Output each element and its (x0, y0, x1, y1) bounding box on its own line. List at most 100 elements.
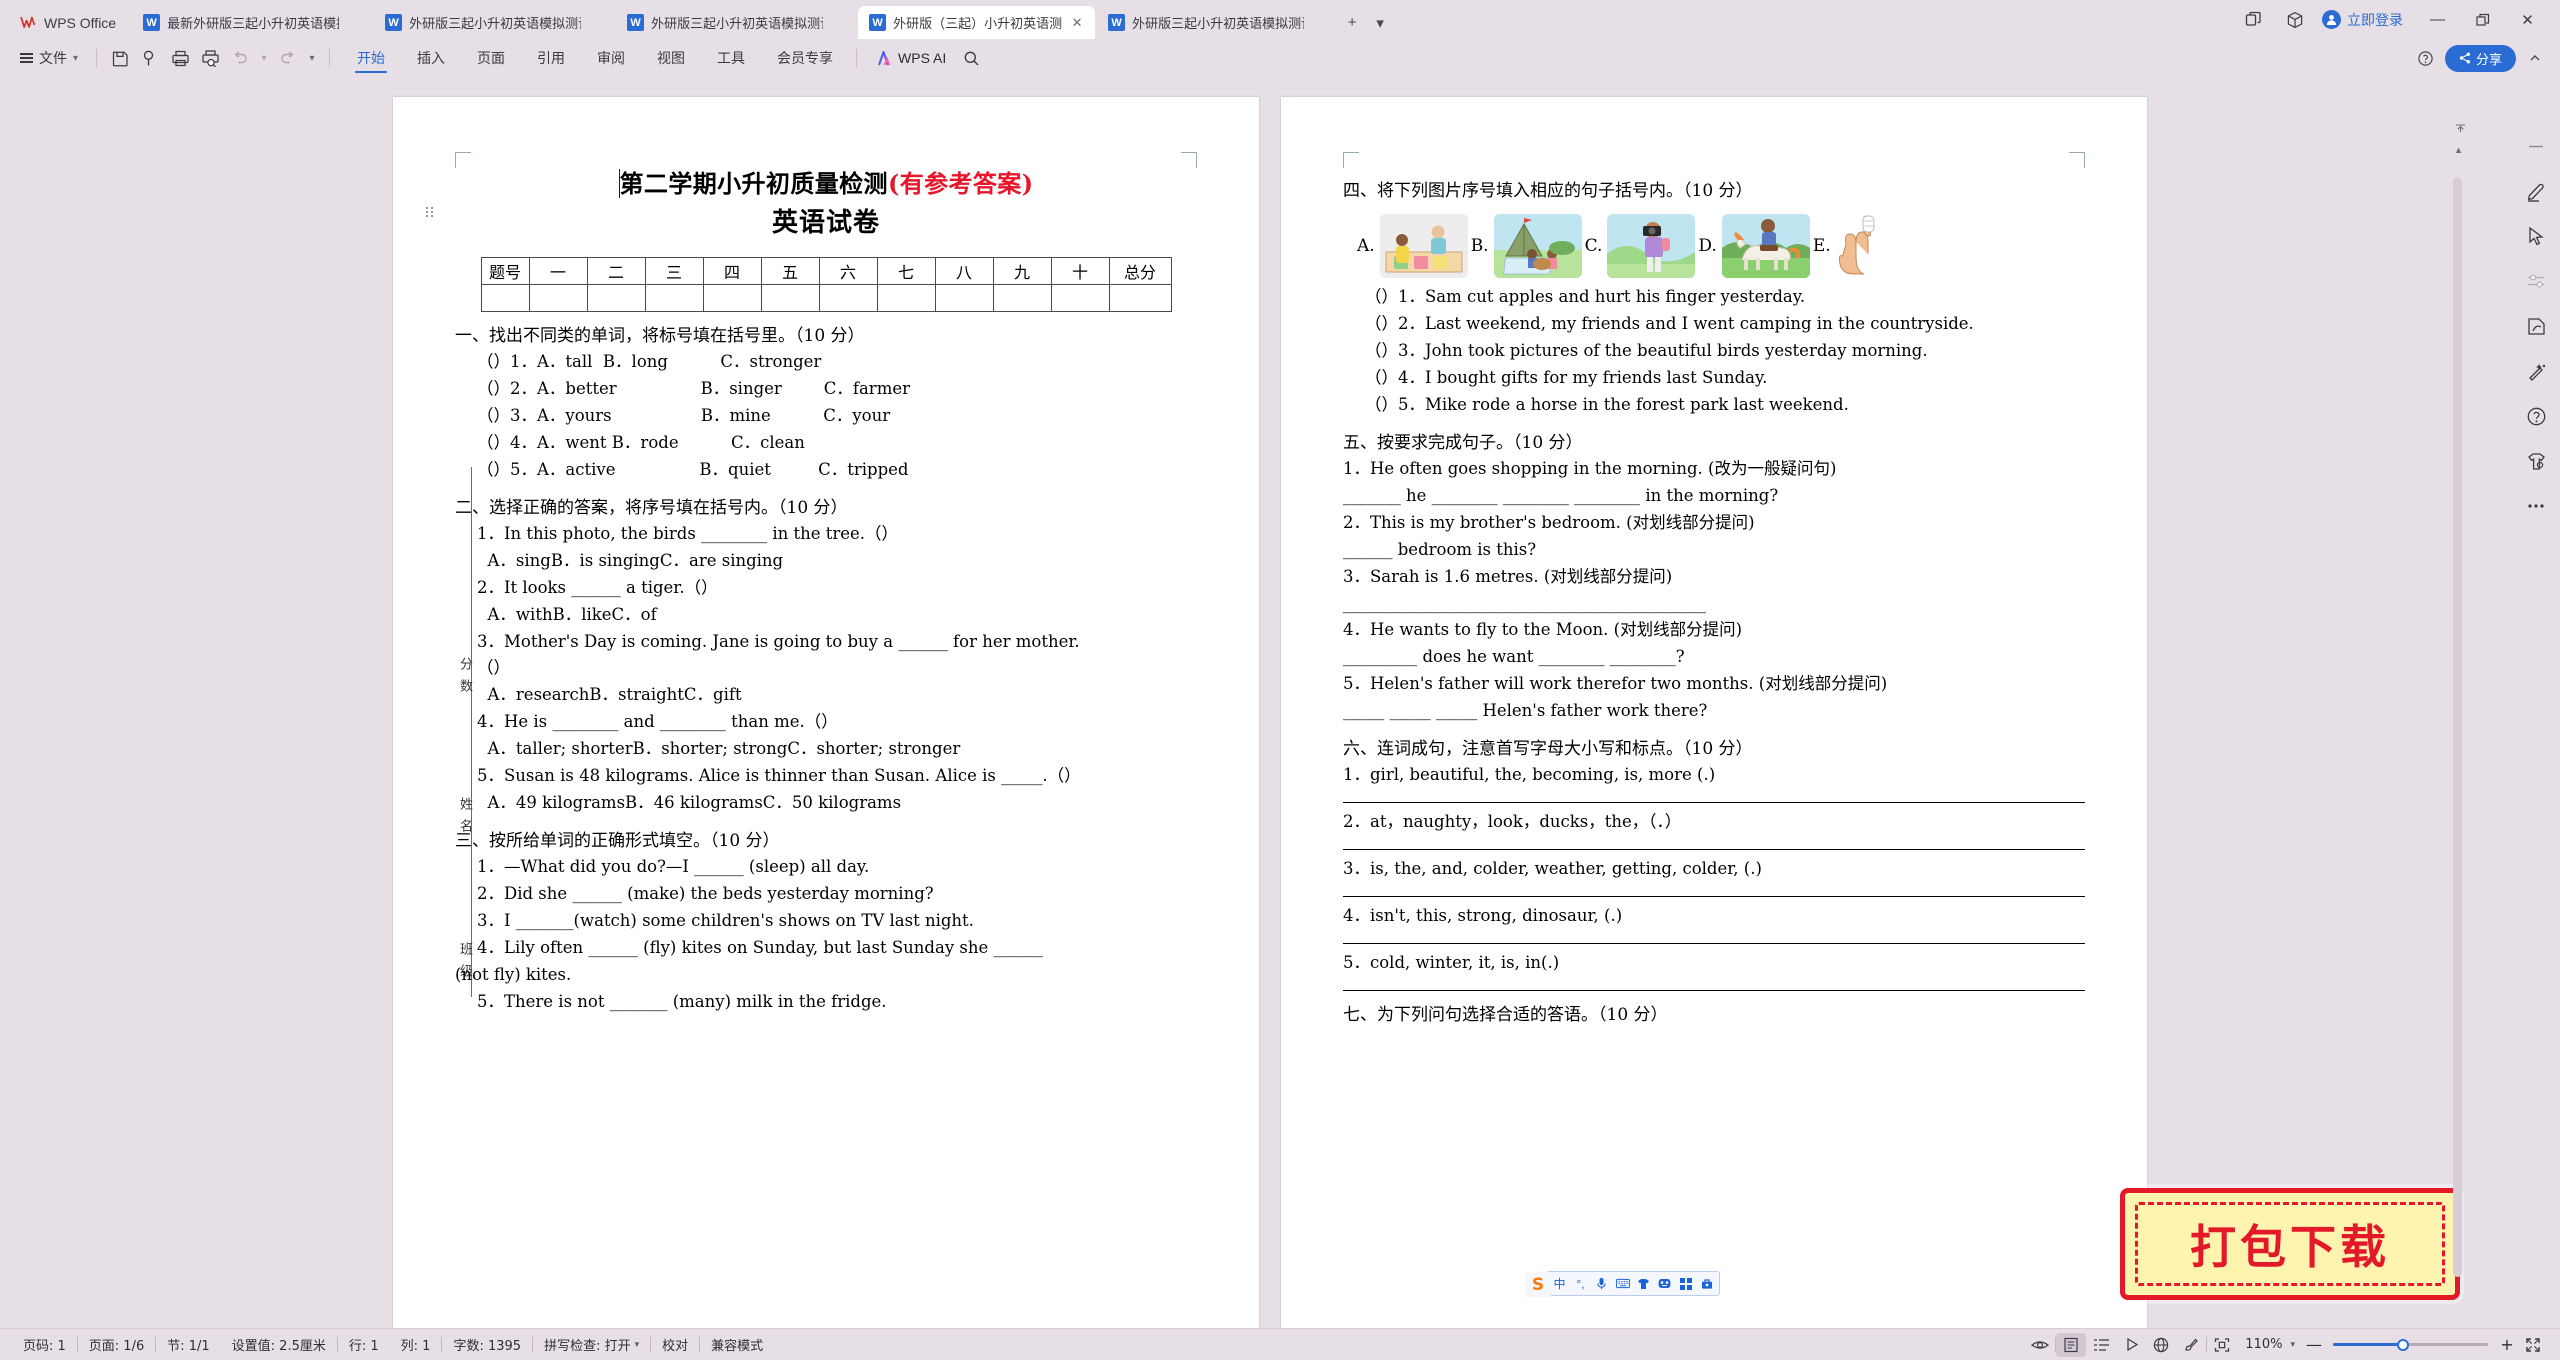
zoom-slider-knob[interactable] (2397, 1338, 2409, 1351)
share-button[interactable]: 分享 (2444, 44, 2516, 72)
status-section[interactable]: 节: 1/1 (156, 1335, 220, 1354)
chevron-down-icon: ▾ (634, 1339, 640, 1350)
word-doc-icon: W (385, 14, 403, 31)
status-margin-value[interactable]: 设置值: 2.5厘米 (221, 1335, 337, 1354)
ime-punctuation-toggle[interactable]: °, (1570, 1272, 1591, 1295)
status-page-number[interactable]: 页码: 1 (12, 1335, 77, 1354)
cube-icon[interactable] (2274, 4, 2316, 36)
pen-icon[interactable] (2523, 178, 2549, 204)
brush-icon[interactable] (2176, 1333, 2206, 1357)
keyboard-icon[interactable] (1612, 1272, 1633, 1295)
document-tab-1[interactable]: W 最新外研版三起小升初英语模拟测试卷 ✕ (132, 6, 372, 39)
tab-insert[interactable]: 插入 (402, 42, 460, 74)
zoom-slider[interactable] (2333, 1338, 2488, 1351)
eye-icon[interactable] (2025, 1333, 2055, 1357)
tab-page[interactable]: 页面 (462, 42, 520, 74)
doc-title-main: 第二学期小升初质量检测(有参考答案) (455, 167, 1197, 202)
login-button[interactable]: 立即登录 (2316, 4, 2415, 36)
zoom-slider-fill (2333, 1343, 2403, 1346)
mic-icon[interactable] (1591, 1272, 1612, 1295)
download-watermark-badge[interactable]: 打包下载 (2120, 1188, 2460, 1300)
new-tab-button[interactable]: + (1339, 6, 1365, 39)
search-doc-icon[interactable] (135, 44, 165, 72)
print-icon[interactable] (165, 44, 195, 72)
document-tab-3[interactable]: W 外研版三起小升初英语模拟测试卷（有 ✕ (616, 6, 856, 39)
tab-list-chevron-down-icon[interactable]: ▾ (1367, 6, 1393, 39)
restore-button[interactable] (2460, 3, 2505, 36)
tab-review[interactable]: 审阅 (582, 42, 640, 74)
doc-title-main-text: 第二学期小升初质量检测 (618, 169, 888, 198)
shirt-icon[interactable] (2523, 448, 2549, 474)
vertical-scrollbar[interactable] (2453, 177, 2462, 1277)
ime-toolbar[interactable]: S 中 °, (1525, 1271, 1720, 1297)
shape-icon[interactable] (2523, 313, 2549, 339)
hamburger-icon (20, 53, 33, 63)
document-tab-5[interactable]: W 外研版三起小升初英语模拟测试卷（有 ✕ (1097, 6, 1337, 39)
status-column[interactable]: 列: 1 (390, 1335, 442, 1354)
question-item: （）4．A．went B．rode C．clean (477, 432, 805, 452)
tab-home[interactable]: 开始 (342, 42, 400, 74)
picture-label-c: C. (1584, 236, 1603, 257)
zoom-out-button[interactable]: — (2303, 1335, 2325, 1354)
document-page-right[interactable]: 四、将下列图片序号填入相应的句子括号内。（10 分） A. B. C. D. E… (1281, 97, 2147, 1328)
scroll-to-top-icon[interactable] (2455, 122, 2466, 133)
close-icon[interactable]: ✕ (1069, 15, 1085, 31)
undo-chevron-down-icon[interactable]: ▾ (255, 44, 273, 72)
cursor-icon[interactable] (2523, 223, 2549, 249)
collapse-ribbon-chevron-up-icon[interactable] (2520, 44, 2550, 72)
tab-tools[interactable]: 工具 (702, 42, 760, 74)
score-header-6: 六 (818, 256, 878, 285)
skin-icon[interactable] (1633, 1272, 1654, 1295)
status-compat-mode[interactable]: 兼容模式 (700, 1335, 774, 1354)
toolbox-icon[interactable] (1696, 1272, 1717, 1295)
more-icon[interactable] (2523, 493, 2549, 519)
play-icon[interactable] (2116, 1333, 2146, 1357)
search-icon[interactable] (956, 44, 986, 72)
redo-icon[interactable] (273, 44, 303, 72)
question-item: （）2．A．better B．singer C．farmer (477, 379, 910, 399)
sliders-icon[interactable] (2523, 268, 2549, 294)
fullscreen-icon[interactable] (2518, 1333, 2548, 1357)
undo-icon[interactable] (225, 44, 255, 72)
sogou-ime-logo-icon[interactable]: S (1525, 1272, 1551, 1297)
answer-blank-line (1343, 802, 2085, 804)
focus-icon[interactable] (2207, 1333, 2237, 1357)
tab-view[interactable]: 视图 (642, 42, 700, 74)
magic-icon[interactable] (2523, 358, 2549, 384)
close-button[interactable]: ✕ (2505, 3, 2550, 36)
ime-language-toggle[interactable]: 中 (1549, 1272, 1570, 1295)
question-item: （）4．I bought gifts for my friends last S… (1365, 368, 1768, 388)
tab-reference[interactable]: 引用 (522, 42, 580, 74)
picture-label-a: A. (1357, 236, 1375, 257)
print-preview-icon[interactable] (195, 44, 225, 72)
document-tab-4-active[interactable]: W 外研版（三起）小升初英语测 ✕ (858, 6, 1096, 39)
status-row[interactable]: 行: 1 (338, 1335, 390, 1354)
save-icon[interactable] (105, 44, 135, 72)
status-page-count[interactable]: 页面: 1/6 (78, 1335, 155, 1354)
outline-view-icon[interactable] (2086, 1333, 2116, 1357)
wps-ai-button[interactable]: WPS AI (865, 44, 956, 72)
document-page-left[interactable]: 分数 姓名 班级 第二学期小升初质量检测(有参考答案) 英语试卷 题号 一 二 … (393, 97, 1259, 1328)
question-icon[interactable] (2523, 403, 2549, 429)
web-view-icon[interactable] (2146, 1333, 2176, 1357)
emoji-icon[interactable] (1654, 1272, 1675, 1295)
customize-chevron-down-icon[interactable]: ▾ (303, 44, 321, 72)
document-tab-2[interactable]: W 外研版三起小升初英语模拟测试卷（有 ✕ (374, 6, 614, 39)
zoom-in-button[interactable]: + (2496, 1335, 2518, 1354)
minimize-button[interactable]: — (2415, 3, 2460, 36)
zoom-level-label[interactable]: 110% (2237, 1337, 2290, 1352)
zoom-chevron-down-icon[interactable]: ▾ (2290, 1340, 2303, 1350)
camping-picture (1493, 214, 1582, 279)
window-grid-icon[interactable] (2232, 4, 2274, 36)
status-proofread[interactable]: 校对 (651, 1335, 699, 1354)
status-word-count[interactable]: 字数: 1395 (442, 1335, 532, 1354)
apps-icon[interactable] (1675, 1272, 1696, 1295)
document-canvas[interactable]: 分数 姓名 班级 第二学期小升初质量检测(有参考答案) 英语试卷 题号 一 二 … (28, 77, 2512, 1328)
page-view-icon[interactable] (2056, 1332, 2087, 1357)
scroll-up-icon[interactable]: ▲ (2454, 145, 2463, 155)
score-value-2 (586, 283, 646, 312)
question-icon[interactable] (2411, 44, 2441, 72)
status-spellcheck[interactable]: 拼写检查: 打开 ▾ (533, 1335, 650, 1354)
tab-member[interactable]: 会员专享 (762, 42, 848, 74)
file-menu-button[interactable]: 文件 ▾ (10, 44, 88, 72)
